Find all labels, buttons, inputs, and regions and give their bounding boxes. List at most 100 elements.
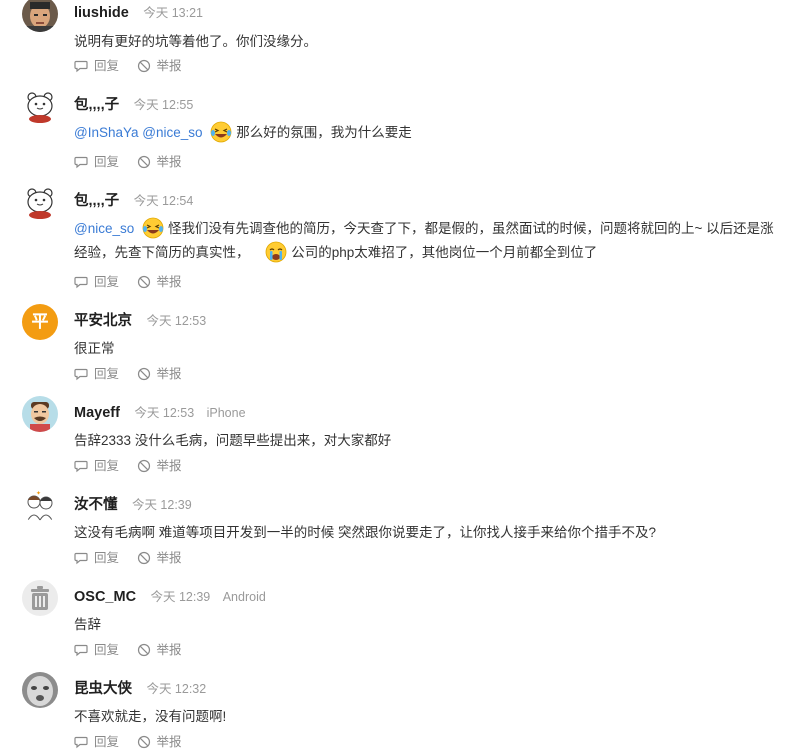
timestamp: 今天 12:54: [133, 194, 194, 208]
report-button[interactable]: 举报: [137, 274, 182, 290]
user-avatar[interactable]: [22, 184, 58, 220]
username[interactable]: liushide: [74, 5, 129, 21]
reply-button[interactable]: 回复: [74, 58, 119, 74]
user-avatar[interactable]: 平: [22, 304, 58, 340]
report-label: 举报: [156, 643, 182, 657]
reply-label: 回复: [94, 735, 120, 749]
timestamp: 今天 12:53: [134, 406, 195, 420]
mention-link[interactable]: @nice_so: [142, 125, 202, 140]
speech-bubble-icon: [74, 60, 88, 73]
user-avatar[interactable]: [22, 0, 58, 32]
user-avatar[interactable]: [22, 88, 58, 124]
comment-actions: 回复 举报: [74, 642, 196, 658]
comment-actions: 回复 举报: [74, 154, 196, 170]
comment-content: 不喜欢就走，没有问题啊!: [74, 705, 774, 729]
reply-button[interactable]: 回复: [74, 550, 119, 566]
report-button[interactable]: 举报: [137, 58, 182, 74]
username[interactable]: 包,,,,子: [74, 193, 119, 209]
timestamp: 今天 12:55: [133, 98, 194, 112]
device-label: Android: [222, 590, 266, 604]
reply-label: 回复: [94, 459, 120, 473]
user-avatar[interactable]: ✦: [22, 488, 58, 524]
comment-text: 说明有更好的坑等着他了。你们没缘分。: [74, 34, 317, 49]
reply-label: 回复: [94, 275, 120, 289]
speech-bubble-icon: [74, 156, 88, 169]
comment-content: 说明有更好的坑等着他了。你们没缘分。: [74, 30, 774, 54]
user-avatar[interactable]: [22, 672, 58, 708]
username[interactable]: Mayeff: [74, 405, 120, 421]
report-label: 举报: [156, 275, 182, 289]
report-label: 举报: [156, 59, 182, 73]
reply-button[interactable]: 回复: [74, 274, 119, 290]
comment-header: 包,,,,子 今天 12:55: [74, 96, 193, 114]
speech-bubble-icon: [74, 736, 88, 749]
face-photo-avatar: [22, 672, 58, 708]
username[interactable]: 包,,,,子: [74, 97, 119, 113]
comment-content: 告辞: [74, 613, 774, 637]
comment-actions: 回复 举报: [74, 58, 196, 74]
mention-link[interactable]: @nice_so: [74, 221, 134, 236]
crying-emoji: [265, 241, 287, 263]
timestamp: 今天 12:39: [150, 590, 211, 604]
comment-actions: 回复 举报: [74, 274, 196, 290]
block-icon: [137, 551, 150, 565]
cartoon-bun-avatar: [22, 184, 58, 220]
timestamp: 今天 13:21: [143, 6, 204, 20]
report-label: 举报: [156, 551, 182, 565]
device-label: iPhone: [206, 406, 246, 420]
comment-header: 汝不懂 今天 12:39: [74, 496, 192, 514]
user-avatar[interactable]: [22, 580, 58, 616]
comment-text: 那么好的氛围，我为什么要走: [236, 125, 412, 140]
username[interactable]: 汝不懂: [74, 497, 118, 513]
reply-button[interactable]: 回复: [74, 366, 119, 382]
laughing-crying-emoji: [142, 217, 164, 239]
comment-header: liushide 今天 13:21: [74, 4, 203, 22]
sketch-couple-avatar: ✦: [22, 488, 58, 524]
reply-button[interactable]: 回复: [74, 458, 119, 474]
reply-label: 回复: [94, 367, 120, 381]
report-button[interactable]: 举报: [137, 154, 182, 170]
reply-label: 回复: [94, 59, 120, 73]
block-icon: [137, 155, 150, 169]
block-icon: [137, 59, 150, 73]
cartoon-bun-avatar: [22, 88, 58, 124]
block-icon: [137, 735, 150, 749]
reply-label: 回复: [94, 155, 120, 169]
comment-header: 包,,,,子 今天 12:54: [74, 192, 193, 210]
report-label: 举报: [156, 459, 182, 473]
username[interactable]: OSC_MC: [74, 589, 136, 605]
comment-text: 不喜欢就走，没有问题啊!: [74, 709, 227, 724]
comment-actions: 回复 举报: [74, 550, 196, 566]
report-button[interactable]: 举报: [137, 642, 182, 658]
username[interactable]: 昆虫大侠: [74, 681, 132, 697]
timestamp: 今天 12:39: [131, 498, 192, 512]
comment-content: 告辞2333 没什么毛病，问题早些提出来，对大家都好: [74, 429, 774, 453]
username[interactable]: 平安北京: [74, 313, 132, 329]
report-label: 举报: [156, 155, 182, 169]
report-button[interactable]: 举报: [137, 550, 182, 566]
comment-header: 昆虫大侠 今天 12:32: [74, 680, 206, 698]
comment-content: @InShaYa @nice_so 那么好的氛围，我为什么要走: [74, 121, 774, 145]
comment-actions: 回复 举报: [74, 734, 196, 750]
reply-button[interactable]: 回复: [74, 734, 119, 750]
comment-text: 公司的php太难招了，其他岗位一个月前都全到位了: [291, 245, 598, 260]
reply-label: 回复: [94, 551, 120, 565]
report-label: 举报: [156, 367, 182, 381]
reply-button[interactable]: 回复: [74, 154, 119, 170]
block-icon: [137, 275, 150, 289]
user-avatar[interactable]: [22, 396, 58, 432]
comment-actions: 回复 举报: [74, 366, 196, 382]
comment-text: 告辞2333 没什么毛病，问题早些提出来，对大家都好: [74, 433, 392, 448]
mention-link[interactable]: @InShaYa: [74, 125, 139, 140]
trash-can-avatar: [22, 580, 58, 616]
speech-bubble-icon: [74, 460, 88, 473]
comment-header: OSC_MC 今天 12:39 Android: [74, 588, 266, 606]
report-button[interactable]: 举报: [137, 458, 182, 474]
laughing-crying-emoji: [210, 121, 232, 143]
report-button[interactable]: 举报: [137, 366, 182, 382]
report-button[interactable]: 举报: [137, 734, 182, 750]
speech-bubble-icon: [74, 368, 88, 381]
reply-label: 回复: [94, 643, 120, 657]
comment-header: 平安北京 今天 12:53: [74, 312, 206, 330]
reply-button[interactable]: 回复: [74, 642, 119, 658]
